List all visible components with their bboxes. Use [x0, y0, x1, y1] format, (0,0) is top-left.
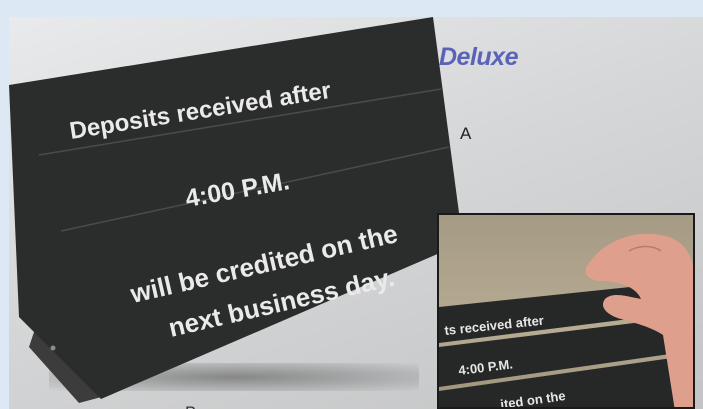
sign-hole	[50, 345, 56, 351]
label-a: A	[460, 124, 472, 143]
product-heading: Deluxe	[439, 43, 518, 71]
inset-photo: ts received after 4:00 P.M. ited on the	[437, 213, 695, 409]
label-b: B	[185, 403, 196, 409]
sign-photo: Deposits received after 4:00 P.M. will b…	[9, 17, 463, 403]
sign-face	[9, 17, 463, 399]
